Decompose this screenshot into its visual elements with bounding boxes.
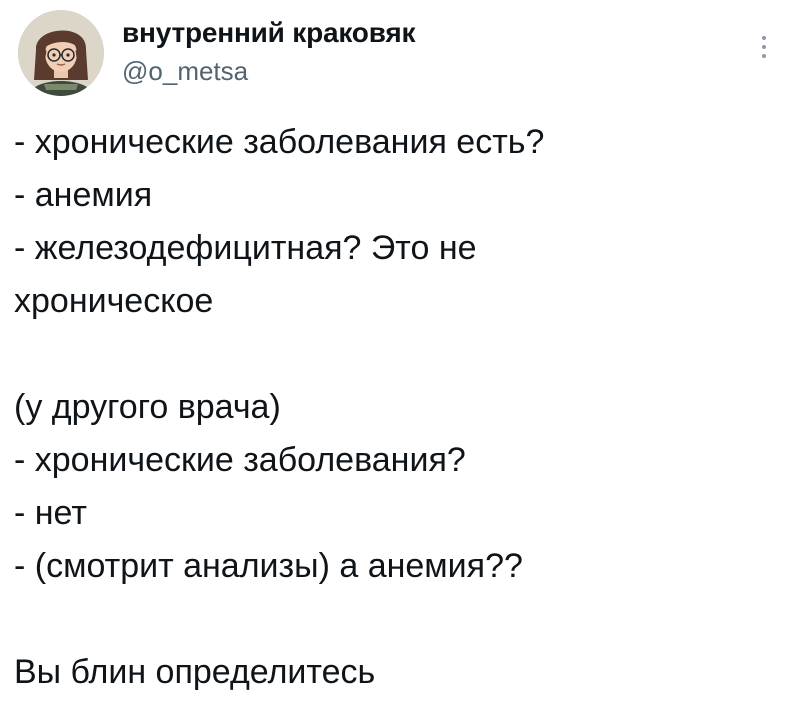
- tweet-line: Вы блин определитесь: [14, 653, 376, 691]
- more-vertical-icon: [762, 36, 766, 40]
- author-handle[interactable]: @o_metsa: [122, 56, 248, 86]
- tweet-line: хроническое: [14, 282, 214, 320]
- author-display-name[interactable]: внутренний краковяк: [122, 16, 415, 50]
- more-vertical-icon-dot: [762, 45, 766, 49]
- more-options-button[interactable]: [752, 30, 776, 64]
- tweet: внутренний краковяк @o_metsa - хроническ…: [0, 0, 800, 708]
- tweet-line: - нет: [14, 494, 87, 532]
- tweet-line: - анемия: [14, 176, 153, 214]
- tweet-text: - хронические заболевания есть? - анемия…: [14, 116, 784, 699]
- tweet-line: - хронические заболевания?: [14, 441, 466, 479]
- avatar[interactable]: [18, 10, 104, 96]
- tweet-line: - железодефицитная? Это не: [14, 229, 477, 267]
- tweet-line: (у другого врача): [14, 388, 281, 426]
- avatar-illustration-icon: [18, 10, 104, 96]
- tweet-line: - хронические заболевания есть?: [14, 123, 545, 161]
- more-vertical-icon-dot: [762, 54, 766, 58]
- tweet-line: - (смотрит анализы) а анемия??: [14, 547, 523, 585]
